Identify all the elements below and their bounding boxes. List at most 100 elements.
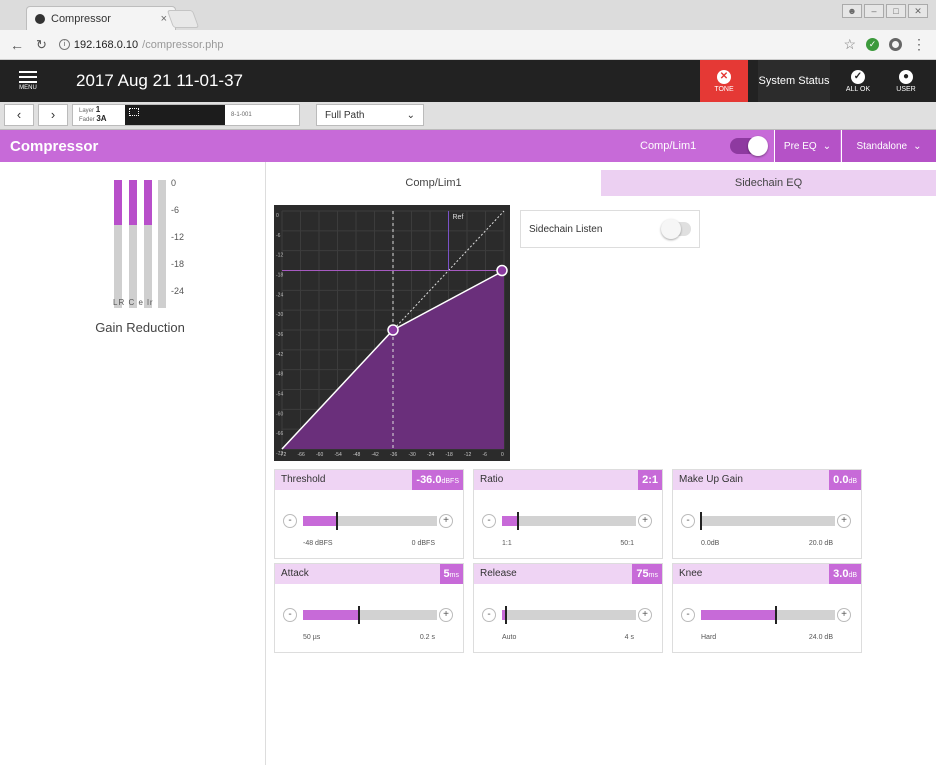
tab-comp-lim[interactable]: Comp/Lim1 <box>266 170 601 196</box>
path-select[interactable]: Full Path ⌄ <box>316 104 424 126</box>
extension-opera-icon[interactable] <box>889 38 902 51</box>
layer-value: 1 <box>95 105 101 114</box>
ratio-value-box[interactable]: 2:1 <box>638 470 662 490</box>
prev-channel-button[interactable]: ‹ <box>4 104 34 126</box>
makeup-slider-thumb[interactable] <box>700 512 702 530</box>
makeup-decrement-button[interactable]: - <box>681 514 695 528</box>
threshold-slider-fill <box>303 516 337 526</box>
knee-decrement-button[interactable]: - <box>681 608 695 622</box>
makeup-slider[interactable] <box>700 512 835 530</box>
star-icon[interactable]: ☆ <box>843 36 856 53</box>
graph-x-tick-label: -54 <box>335 452 342 458</box>
threshold-slider[interactable] <box>303 512 437 530</box>
reload-icon[interactable]: ↻ <box>36 37 47 53</box>
release-slider-thumb[interactable] <box>505 606 508 624</box>
comp-lim-toggle[interactable] <box>730 136 768 156</box>
gr-scale-18: -18 <box>171 259 185 269</box>
knee-value-box[interactable]: 3.0dB <box>829 564 861 584</box>
graph-x-tick-label: -30 <box>409 452 416 458</box>
attack-decrement-button[interactable]: - <box>283 608 297 622</box>
user-icon: ● <box>899 69 913 84</box>
graph-y-tick-label: -66 <box>276 431 283 437</box>
channel-name-display <box>125 105 225 125</box>
browser-tab-title: Compressor <box>51 12 111 25</box>
tone-label: TONE <box>714 85 734 93</box>
graph-x-tick-label: -72 <box>279 452 286 458</box>
maximize-icon[interactable]: □ <box>886 4 906 18</box>
release-value-box[interactable]: 75ms <box>632 564 662 584</box>
system-status-button[interactable]: System Status <box>758 60 830 102</box>
datetime-display: 2017 Aug 21 11-01-37 <box>76 71 243 90</box>
window-close-icon[interactable]: ✕ <box>908 4 928 18</box>
menu-button[interactable]: MENU <box>10 60 46 102</box>
chevron-down-icon: ⌄ <box>913 140 922 152</box>
user-profile-icon[interactable]: ☻ <box>842 4 862 18</box>
knee-slider-fill <box>701 610 777 620</box>
threshold-range-max: 0 dBFS <box>411 540 435 547</box>
gr-meter-fill <box>114 180 122 225</box>
attack-header: Attack 5ms <box>275 564 463 584</box>
makeup-range-min: 0.0dB <box>701 540 720 547</box>
release-value: 75 <box>636 568 649 580</box>
attack-slider[interactable] <box>303 606 437 624</box>
all-ok-button[interactable]: ✓ ALL OK <box>836 60 880 102</box>
pre-eq-dropdown[interactable]: Pre EQ ⌄ <box>774 130 840 162</box>
ratio-slider-thumb[interactable] <box>517 512 520 530</box>
layer-label: Layer <box>79 108 95 114</box>
threshold-label: Threshold <box>281 474 326 485</box>
user-button[interactable]: ● USER <box>882 60 930 102</box>
standalone-dropdown[interactable]: Standalone ⌄ <box>841 130 936 162</box>
makeup-increment-button[interactable]: + <box>837 514 851 528</box>
browser-tab[interactable]: Compressor × <box>26 6 176 30</box>
toggle-knob <box>661 219 681 239</box>
release-decrement-button[interactable]: - <box>482 608 496 622</box>
release-slider[interactable] <box>502 606 636 624</box>
threshold-slider-thumb[interactable] <box>335 512 338 530</box>
tab-close-icon[interactable]: × <box>161 13 167 25</box>
next-channel-button[interactable]: › <box>38 104 68 126</box>
graph-y-tick-label: -48 <box>276 372 283 378</box>
knee-value: 3.0 <box>833 568 849 580</box>
browser-menu-icon[interactable]: ⋮ <box>912 36 926 53</box>
makeup-value-box[interactable]: 0.0dB <box>829 470 861 490</box>
knee-slider[interactable] <box>701 606 835 624</box>
address-field[interactable]: i 192.168.0.10/compressor.php <box>58 35 832 55</box>
knee-slider-thumb[interactable] <box>775 606 778 624</box>
channel-selector[interactable]: Layer 1 Fader 3A 8-1-001 <box>72 104 300 126</box>
minimize-icon[interactable]: – <box>864 4 884 18</box>
chevron-left-icon: ‹ <box>16 107 22 122</box>
sidechain-listen-panel: Sidechain Listen <box>520 210 700 248</box>
threshold-value-box[interactable]: -36.0dBFS <box>412 470 463 490</box>
layer-fader-info: Layer 1 Fader 3A <box>73 106 125 124</box>
extension-check-icon[interactable]: ✓ <box>866 38 879 51</box>
attack-value-box[interactable]: 5ms <box>439 564 463 584</box>
threshold-decrement-button[interactable]: - <box>283 514 297 528</box>
threshold-increment-button[interactable]: + <box>439 514 453 528</box>
tab-sidechain-eq[interactable]: Sidechain EQ <box>601 170 936 196</box>
release-unit: ms <box>648 572 658 579</box>
release-increment-button[interactable]: + <box>638 608 652 622</box>
gr-scale-12: -12 <box>171 232 185 242</box>
gr-meter-r <box>129 180 137 308</box>
tab-row: Comp/Lim1 Sidechain EQ <box>266 170 936 196</box>
page-title: Compressor <box>10 137 99 155</box>
toggle-knob <box>748 136 768 156</box>
gr-meter-lr <box>158 180 166 308</box>
knee-label: Knee <box>679 568 703 579</box>
transfer-curve-graph[interactable]: Ref 0-6-12-18-24-30-36-42-48-54-60-66-72… <box>274 205 510 461</box>
knee-increment-button[interactable]: + <box>837 608 851 622</box>
attack-slider-thumb[interactable] <box>358 606 361 624</box>
graph-y-tick-label: -54 <box>276 392 283 398</box>
ratio-label: Ratio <box>480 474 504 485</box>
ratio-slider[interactable] <box>502 512 636 530</box>
knee-panel: Knee 3.0dB - + Hard 24.0 dB <box>672 563 862 653</box>
back-icon[interactable]: ← <box>10 37 24 53</box>
tone-button[interactable]: ✕ TONE <box>700 60 748 102</box>
ratio-increment-button[interactable]: + <box>638 514 652 528</box>
address-path: /compressor.php <box>142 38 224 51</box>
ratio-decrement-button[interactable]: - <box>482 514 496 528</box>
threshold-value: -36.0 <box>416 474 442 486</box>
comp-lim-label: Comp/Lim1 <box>640 140 697 152</box>
attack-increment-button[interactable]: + <box>439 608 453 622</box>
sidechain-listen-toggle[interactable] <box>661 219 691 239</box>
